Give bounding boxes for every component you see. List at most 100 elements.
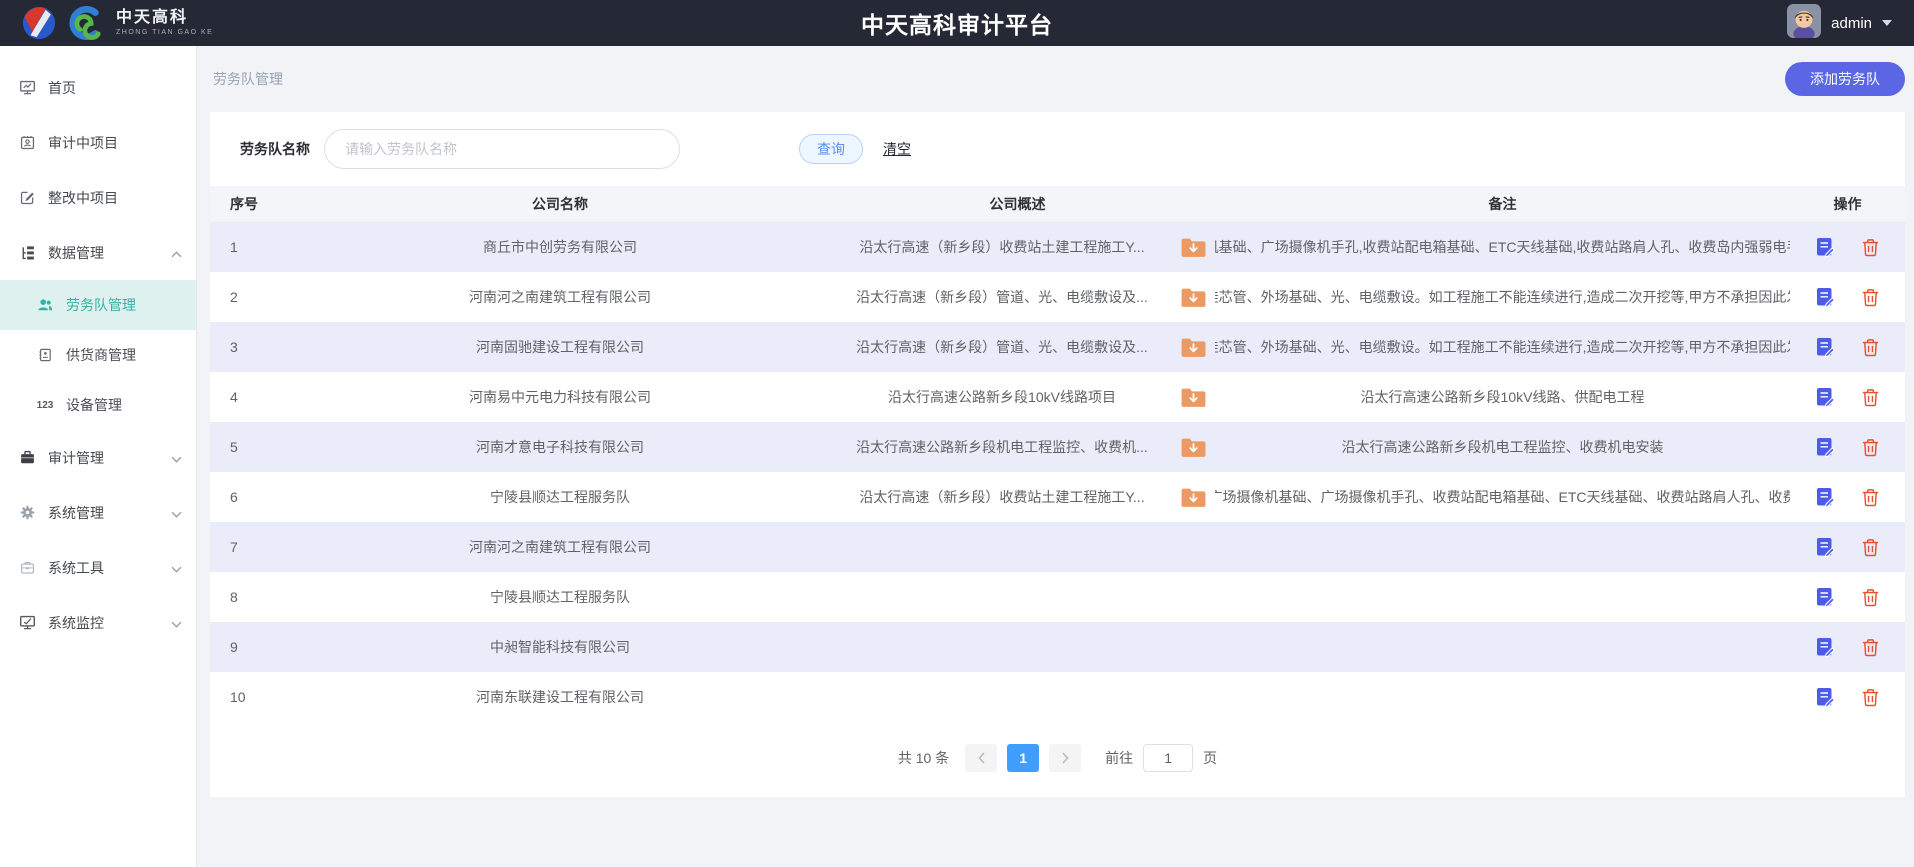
query-button[interactable]: 查询 xyxy=(799,134,863,164)
row-index: 6 xyxy=(210,489,300,505)
goto-label: 前往 xyxy=(1105,748,1133,768)
download-folder-icon[interactable] xyxy=(1180,286,1207,309)
header-overview: 公司概述 xyxy=(820,194,1215,214)
sidebar-item-system-monitor[interactable]: 系统监控 xyxy=(0,595,196,650)
edit-icon[interactable] xyxy=(1814,236,1836,258)
remark-cell: 硅芯管、外场基础、光、电缆敷设。如工程施工不能连续进行,造成二次开挖等,甲方不承… xyxy=(1215,337,1790,357)
chevron-down-icon xyxy=(171,505,182,521)
delete-icon[interactable] xyxy=(1860,237,1881,258)
page-number-button[interactable]: 1 xyxy=(1007,744,1039,772)
operation-cell xyxy=(1790,436,1905,458)
row-index: 1 xyxy=(210,239,300,255)
edit-icon[interactable] xyxy=(1814,386,1836,408)
sidebar-item-home[interactable]: 首页 xyxy=(0,60,196,115)
delete-icon[interactable] xyxy=(1860,487,1881,508)
table-body: 1 商丘市中创劳务有限公司 沿太行高速（新乡段）收费站土建工程施工Y... 机基… xyxy=(210,222,1905,722)
header-index: 序号 xyxy=(210,194,300,214)
sidebar: 首页 审计中项目 整改中项目 数据管理 xyxy=(0,46,197,867)
delete-icon[interactable] xyxy=(1860,587,1881,608)
download-folder-icon[interactable] xyxy=(1180,336,1207,359)
sidebar-item-supplier-management[interactable]: 供货商管理 xyxy=(0,330,196,380)
username[interactable]: admin xyxy=(1831,15,1872,32)
remark-cell: 沿太行高速公路新乡段10kV线路、供配电工程 xyxy=(1215,387,1790,407)
header-operation: 操作 xyxy=(1790,194,1905,214)
delete-icon[interactable] xyxy=(1860,287,1881,308)
remark-cell: 机基础、广场摄像机手孔,收费站配电箱基础、ETC天线基础,收费站路肩人孔、收费岛… xyxy=(1215,237,1790,257)
delete-icon[interactable] xyxy=(1860,687,1881,708)
company-overview-cell: 沿太行高速（新乡段）管道、光、电缆敷设及... xyxy=(820,286,1215,309)
sidebar-item-audit-management[interactable]: 审计管理 xyxy=(0,430,196,485)
users-icon xyxy=(36,296,54,314)
operation-cell xyxy=(1790,586,1905,608)
delete-icon[interactable] xyxy=(1860,637,1881,658)
chevron-up-icon xyxy=(171,245,182,261)
remark-text: 硅芯管、外场基础、光、电缆敷设。如工程施工不能连续进行,造成二次开挖等,甲方不承… xyxy=(1215,337,1790,357)
goto-page-input[interactable] xyxy=(1143,744,1193,772)
sidebar-item-label: 系统管理 xyxy=(48,503,171,523)
remark-text: 硅芯管、外场基础、光、电缆敷设。如工程施工不能连续进行,造成二次开挖等,甲方不承… xyxy=(1215,287,1790,307)
brand-logo-cs-icon xyxy=(68,6,102,40)
table-row: 6 宁陵县顺达工程服务队 沿太行高速（新乡段）收费站土建工程施工Y... 广场摄… xyxy=(210,472,1905,522)
table-row: 8 宁陵县顺达工程服务队 xyxy=(210,572,1905,622)
company-name: 河南易中元电力科技有限公司 xyxy=(300,387,820,407)
table-row: 4 河南易中元电力科技有限公司 沿太行高速公路新乡段10kV线路项目 沿太行高速… xyxy=(210,372,1905,422)
edit-icon[interactable] xyxy=(1814,286,1836,308)
sidebar-item-labor-team-management[interactable]: 劳务队管理 xyxy=(0,280,196,330)
download-folder-icon[interactable] xyxy=(1180,386,1207,409)
sidebar-item-rectifying-projects[interactable]: 整改中项目 xyxy=(0,170,196,225)
download-folder-icon[interactable] xyxy=(1180,486,1207,509)
add-labor-team-button[interactable]: 添加劳务队 xyxy=(1785,62,1905,96)
download-folder-icon[interactable] xyxy=(1180,236,1207,259)
edit-icon[interactable] xyxy=(1814,636,1836,658)
prev-page-button[interactable] xyxy=(965,744,997,772)
briefcase-icon xyxy=(18,449,36,467)
user-caret-down-icon xyxy=(1882,20,1892,26)
user-menu[interactable]: admin xyxy=(1787,4,1892,43)
table-row: 2 河南河之南建筑工程有限公司 沿太行高速（新乡段）管道、光、电缆敷设及... … xyxy=(210,272,1905,322)
sidebar-item-data-management[interactable]: 数据管理 xyxy=(0,225,196,280)
app-header: 中天高科 ZHONG TIAN GAO KE 中天高科审计平台 admin xyxy=(0,0,1914,46)
operation-cell xyxy=(1790,236,1905,258)
delete-icon[interactable] xyxy=(1860,437,1881,458)
edit-icon[interactable] xyxy=(1814,336,1836,358)
operation-cell xyxy=(1790,336,1905,358)
clear-button[interactable]: 清空 xyxy=(883,139,911,159)
tree-list-icon xyxy=(18,244,36,262)
next-page-button[interactable] xyxy=(1049,744,1081,772)
company-overview-cell: 沿太行高速公路新乡段10kV线路项目 xyxy=(820,386,1215,409)
delete-icon[interactable] xyxy=(1860,537,1881,558)
labor-team-name-input[interactable] xyxy=(324,129,680,169)
search-bar: 劳务队名称 查询 清空 xyxy=(210,112,1905,186)
brand-logo-globe-icon xyxy=(22,6,56,40)
sidebar-item-system-management[interactable]: 系统管理 xyxy=(0,485,196,540)
avatar[interactable] xyxy=(1787,4,1821,43)
table-row: 10 河南东联建设工程有限公司 xyxy=(210,672,1905,722)
edit-icon[interactable] xyxy=(1814,436,1836,458)
content-card: 劳务队名称 查询 清空 序号 公司名称 公司概述 备注 操作 1 商丘市中创劳务… xyxy=(210,112,1905,797)
company-name: 河南才意电子科技有限公司 xyxy=(300,437,820,457)
row-index: 2 xyxy=(210,289,300,305)
company-name: 河南河之南建筑工程有限公司 xyxy=(300,287,820,307)
sidebar-item-auditing-projects[interactable]: 审计中项目 xyxy=(0,115,196,170)
page-title: 中天高科审计平台 xyxy=(0,6,1914,40)
sidebar-item-label: 整改中项目 xyxy=(48,188,182,208)
sidebar-item-system-tools[interactable]: 系统工具 xyxy=(0,540,196,595)
edit-icon[interactable] xyxy=(1814,536,1836,558)
company-overview-cell: 沿太行高速（新乡段）管道、光、电缆敷设及... xyxy=(820,336,1215,359)
page-unit-label: 页 xyxy=(1203,748,1217,768)
download-folder-icon[interactable] xyxy=(1180,436,1207,459)
delete-icon[interactable] xyxy=(1860,337,1881,358)
sidebar-item-equipment-management[interactable]: 123 设备管理 xyxy=(0,380,196,430)
company-name: 宁陵县顺达工程服务队 xyxy=(300,587,820,607)
table-row: 3 河南固驰建设工程有限公司 沿太行高速（新乡段）管道、光、电缆敷设及... 硅… xyxy=(210,322,1905,372)
delete-icon[interactable] xyxy=(1860,387,1881,408)
edit-icon[interactable] xyxy=(1814,586,1836,608)
company-overview-text: 沿太行高速公路新乡段10kV线路项目 xyxy=(828,387,1176,407)
remark-text: 沿太行高速公路新乡段10kV线路、供配电工程 xyxy=(1361,387,1645,407)
edit-icon[interactable] xyxy=(1814,686,1836,708)
chevron-down-icon xyxy=(171,560,182,576)
table-row: 1 商丘市中创劳务有限公司 沿太行高速（新乡段）收费站土建工程施工Y... 机基… xyxy=(210,222,1905,272)
total-count: 共 10 条 xyxy=(898,748,949,768)
edit-icon[interactable] xyxy=(1814,486,1836,508)
toolbox-icon xyxy=(18,559,36,577)
